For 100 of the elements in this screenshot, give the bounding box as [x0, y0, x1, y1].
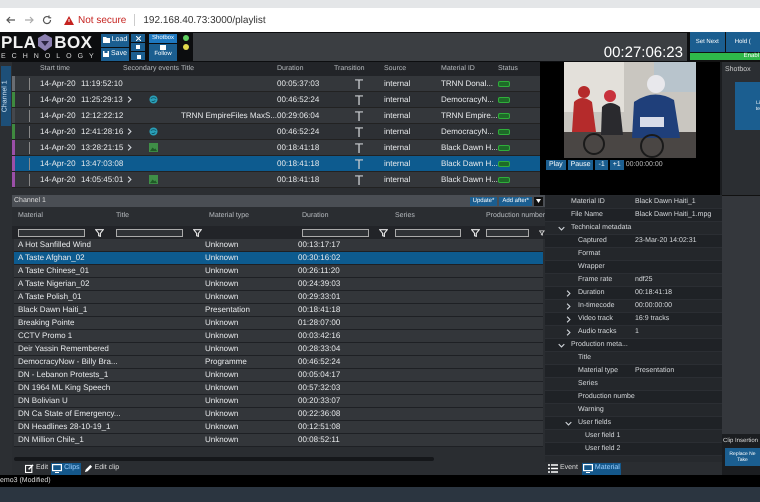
url-text[interactable]: 192.168.40.73:3000/playlist	[143, 12, 266, 28]
material-row[interactable]: CCTV Promo 1 Unknown 00:03:42:16	[14, 330, 543, 343]
material-cell-text: DN 1964 ML King Speech	[17, 382, 112, 394]
chevron-icon[interactable]	[558, 224, 565, 232]
chevron-icon[interactable]	[126, 128, 133, 135]
type-cell-text: Unknown	[205, 408, 240, 420]
transition-cell: T	[354, 108, 364, 122]
source-cell-text: internal	[384, 126, 412, 138]
duration-cell-text: 00:57:32:03	[298, 382, 342, 394]
date-cell-text: 14-Apr-20	[40, 110, 77, 122]
material-row[interactable]: Black Dawn Haiti_1 Presentation 00:18:41:18	[14, 304, 543, 317]
logo-emblem-icon	[37, 34, 54, 51]
material-row[interactable]: A Hot Sanfilled Wind Unknown 00:13:17:17	[14, 239, 543, 252]
transition-cell: T	[354, 140, 364, 154]
material-row[interactable]: Breaking Pointe Unknown 01:28:07:00	[14, 317, 543, 330]
material-cell-text: A Hot Sanfilled Wind	[17, 239, 92, 251]
chevron-icon[interactable]	[565, 302, 572, 310]
material-row[interactable]: A Taste Polish_01 Unknown 00:29:33:01	[14, 291, 543, 304]
chevron-icon	[536, 199, 541, 203]
warning-icon	[64, 16, 74, 24]
duration-cell-text: 00:22:36:08	[298, 408, 342, 420]
duration-cell-text: 00:26:11:20	[298, 265, 341, 277]
material-cell-text: Deir Yassin Remembered	[17, 343, 110, 355]
image-icon	[149, 175, 158, 184]
type-cell-text: Unknown	[205, 369, 240, 381]
date-cell-text: 14-Apr-20	[40, 142, 77, 154]
filter-icon[interactable]	[379, 228, 388, 236]
material-row[interactable]: A Taste Chinese_01 Unknown 00:26:11:20	[14, 265, 543, 278]
close-button[interactable]	[131, 34, 145, 42]
chevron-icon[interactable]	[558, 342, 565, 348]
material-row[interactable]: DN Bolivian U Unknown 00:20:33:07	[14, 395, 543, 408]
duration-cell-text: 00:30:16:02	[298, 252, 342, 264]
material-row[interactable]: DN Headlines 28-10-19_1 Unknown 00:12:51:08	[14, 421, 543, 434]
playlist-row[interactable]: 14-Apr-20 12:41:28:16 00:46:52:24 T internal DemocracyN...	[12, 124, 540, 140]
date-cell-text: 14-Apr-20	[40, 158, 77, 170]
monitor-icon	[52, 464, 62, 473]
duration-cell-text: 00:46:52:24	[277, 126, 320, 138]
material-row[interactable]: DN - Lebanon Protests_1 Unknown 00:05:04:17	[14, 369, 543, 382]
playlist-row[interactable]: 14-Apr-20 11:25:29:13 00:46:52:24 T internal DemocracyN...	[12, 92, 540, 108]
transition-cell: T	[354, 92, 364, 106]
material-row[interactable]: A Taste Afghan_02 Unknown 00:30:16:02	[14, 252, 543, 265]
material-id-cell-text: DemocracyN...	[441, 94, 495, 106]
duration-cell-text: 00:18:41:18	[277, 174, 320, 186]
filter-icon[interactable]	[95, 228, 104, 236]
playlist-row[interactable]: 14-Apr-20 11:19:52:10 00:05:37:03 T internal TRNN Donal...	[12, 76, 540, 92]
globe-icon	[149, 95, 158, 104]
playlist-row[interactable]: 14-Apr-20 14:05:45:01 00:18:41:18 T internal Black Dawn H...	[12, 172, 540, 188]
playlist-row[interactable]: 14-Apr-20 13:47:03:08 00:18:41:18 T internal Black Dawn H...	[12, 156, 540, 172]
dropdown-button[interactable]	[534, 196, 543, 206]
duration-cell-text: 00:18:41:18	[277, 142, 320, 154]
material-cell-text: DN Million Chile_1	[17, 434, 85, 446]
material-row[interactable]: Deir Yassin Remembered Unknown 00:28:33:04	[14, 343, 543, 356]
date-cell-text: 14-Apr-20	[40, 78, 77, 90]
chevron-icon[interactable]	[565, 328, 572, 336]
source-cell-text: internal	[384, 158, 412, 170]
chevron-icon[interactable]	[565, 290, 572, 296]
material-row[interactable]: DN 1964 ML King Speech Unknown 00:57:32:03	[14, 382, 543, 395]
type-cell-text: Unknown	[205, 330, 240, 342]
material-cell-text: CCTV Promo 1	[17, 330, 74, 342]
reload-icon[interactable]	[42, 15, 52, 25]
type-cell-text: Unknown	[205, 317, 240, 329]
paste-button[interactable]	[131, 52, 145, 60]
material-cell-text: DN Headlines 28-10-19_1	[17, 421, 112, 433]
playlist-row[interactable]: 14-Apr-20 12:12:22:12 TRNN EmpireFiles MaxS...00:29:06:04 T internal TRNN Empire...	[12, 108, 540, 124]
chevron-icon[interactable]	[126, 96, 133, 103]
filter-icon[interactable]	[539, 228, 545, 236]
filter-field[interactable]	[18, 228, 85, 236]
duration-cell-text: 00:05:04:17	[298, 369, 342, 381]
filter-icon[interactable]	[471, 228, 480, 236]
chevron-icon[interactable]	[126, 176, 133, 183]
source-cell-text: internal	[384, 94, 412, 106]
playlist-row[interactable]: 14-Apr-20 13:28:21:15 00:18:41:18 T internal Black Dawn H...	[12, 140, 540, 156]
material-row[interactable]: A Taste Nigerian_02 Unknown 00:24:39:03	[14, 278, 543, 291]
security-label[interactable]: Not secure	[78, 12, 126, 28]
filter-icon[interactable]	[193, 228, 202, 236]
duration-cell-text: 00:03:42:16	[298, 330, 342, 342]
logo-text: PLA	[1, 34, 36, 51]
time-cell: 13:47:03:08	[81, 158, 123, 170]
material-id-cell: Black Dawn H...	[441, 174, 498, 186]
filter-field[interactable]	[116, 228, 183, 236]
time-cell: 13:28:21:15	[81, 142, 123, 154]
chevron-icon[interactable]	[126, 144, 133, 151]
material-id-cell: TRNN Empire...	[441, 110, 498, 122]
title-cell: TRNN EmpireFiles MaxS...	[181, 110, 277, 122]
material-cell-text: DemocracyNow - Billy Bra...	[17, 356, 119, 368]
filter-field[interactable]	[486, 228, 530, 236]
duration-cell-text: 00:20:33:07	[298, 395, 342, 407]
back-icon[interactable]	[6, 15, 16, 25]
material-cell-text: DN Bolivian U	[17, 395, 69, 407]
material-row[interactable]: DN Million Chile_1 Unknown 00:08:52:11	[14, 434, 543, 447]
type-cell-text: Unknown	[205, 434, 240, 446]
copy-button[interactable]	[131, 43, 145, 51]
chevron-icon[interactable]	[565, 316, 572, 322]
chevron-icon[interactable]	[565, 420, 572, 426]
source-cell-text: internal	[384, 78, 412, 90]
material-id-cell-text: DemocracyN...	[441, 126, 495, 138]
material-row[interactable]: DN Ca State of Emergency... Unknown 00:22:36:08	[14, 408, 543, 421]
filter-field[interactable]	[302, 228, 369, 236]
filter-field[interactable]	[395, 228, 462, 236]
material-row[interactable]: DemocracyNow - Billy Bra... Programme 00:46:52:24	[14, 356, 543, 369]
